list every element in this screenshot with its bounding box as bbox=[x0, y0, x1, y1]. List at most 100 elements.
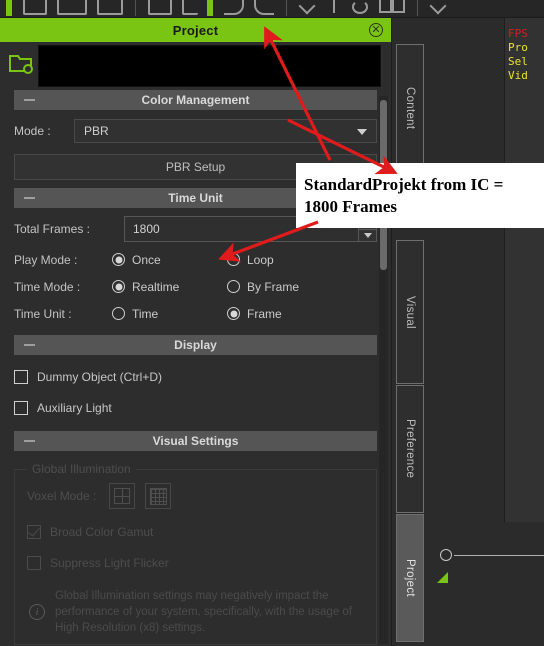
checkbox-broad-color-gamut[interactable]: Broad Color Gamut bbox=[27, 516, 364, 547]
checkbox-icon bbox=[14, 400, 28, 415]
tab-content[interactable]: Content bbox=[396, 44, 424, 172]
vertical-tab-strip: Content Visual Preference Project bbox=[393, 18, 433, 646]
checkbox-label: Broad Color Gamut bbox=[50, 524, 154, 539]
voxel-mode-coarse-button[interactable] bbox=[109, 483, 135, 509]
section-label: Display bbox=[174, 338, 217, 352]
toolbar-undo-icon[interactable] bbox=[224, 0, 244, 15]
toolbar-redo-icon[interactable] bbox=[254, 0, 274, 15]
play-mode-label: Play Mode : bbox=[14, 252, 78, 267]
mode-label: Mode : bbox=[14, 124, 51, 138]
toolbar-separator-2 bbox=[286, 0, 287, 16]
stepper-down-button[interactable] bbox=[358, 229, 376, 241]
panel-title-bar: Project ✕ bbox=[0, 18, 391, 42]
radio-label: Once bbox=[132, 252, 161, 267]
toolbar-rotate-icon[interactable] bbox=[352, 0, 368, 14]
section-header-display[interactable]: Display bbox=[14, 335, 377, 355]
timeline-track[interactable] bbox=[454, 555, 544, 556]
radio-play-mode-loop[interactable]: Loop bbox=[227, 253, 342, 267]
radio-label: By Frame bbox=[247, 279, 300, 294]
info-icon: i bbox=[29, 604, 45, 620]
toolbar-move-icon[interactable] bbox=[328, 0, 340, 14]
top-toolbar bbox=[0, 0, 544, 18]
tab-visual[interactable]: Visual bbox=[396, 240, 424, 384]
tab-project[interactable]: Project bbox=[396, 514, 424, 642]
play-mode-row: Play Mode : Once Loop bbox=[14, 246, 377, 273]
project-file-row bbox=[0, 42, 391, 90]
checkbox-icon bbox=[14, 369, 28, 384]
radio-label: Loop bbox=[247, 252, 274, 267]
annotation-text: StandardProjekt from IC = 1800 Frames bbox=[304, 174, 503, 218]
close-icon[interactable]: ✕ bbox=[369, 23, 383, 37]
checkbox-suppress-light-flicker[interactable]: Suppress Light Flicker bbox=[27, 547, 364, 578]
mode-row: Mode : PBR bbox=[14, 114, 377, 148]
checkbox-dummy-object[interactable]: Dummy Object (Ctrl+D) bbox=[14, 361, 377, 392]
folder-settings-icon[interactable] bbox=[4, 46, 38, 86]
toolbar-accent-marker bbox=[6, 0, 12, 16]
radio-play-mode-once[interactable]: Once bbox=[112, 253, 227, 267]
section-header-visual-settings[interactable]: Visual Settings bbox=[14, 431, 377, 451]
project-panel: Project ✕ Color Management Mode : PBR PB… bbox=[0, 18, 392, 646]
section-label: Color Management bbox=[141, 93, 250, 107]
time-mode-row: Time Mode : Realtime By Frame bbox=[14, 273, 377, 300]
viewport-area: FPS Pro Sel Vid bbox=[427, 18, 544, 646]
radio-time-mode-by-frame[interactable]: By Frame bbox=[227, 280, 342, 294]
grid-4x4-icon bbox=[149, 487, 167, 505]
timeline-control bbox=[427, 536, 544, 596]
toolbar-expand-icon[interactable] bbox=[430, 0, 448, 13]
section-header-color-management[interactable]: Color Management bbox=[14, 90, 377, 110]
tab-preference[interactable]: Preference bbox=[396, 385, 424, 513]
mode-select[interactable]: PBR bbox=[74, 119, 377, 143]
radio-icon bbox=[112, 253, 125, 266]
page-title: Project bbox=[172, 22, 219, 38]
voxel-mode-label: Voxel Mode : bbox=[27, 489, 97, 503]
tab-label: Preference bbox=[404, 419, 416, 479]
toolbar-separator-1 bbox=[135, 0, 136, 16]
viewport-canvas[interactable]: FPS Pro Sel Vid bbox=[504, 18, 544, 522]
toolbar-icon-5[interactable] bbox=[182, 0, 198, 15]
timeline-marker-icon[interactable] bbox=[437, 572, 448, 583]
chevron-down-icon bbox=[357, 129, 367, 135]
toolbar-icon-2[interactable] bbox=[57, 0, 87, 15]
toolbar-pointer-icon[interactable] bbox=[299, 0, 317, 13]
viewport-hud: FPS Pro Sel Vid bbox=[508, 27, 528, 83]
radio-label: Frame bbox=[247, 306, 282, 321]
radio-label: Time bbox=[132, 306, 159, 321]
radio-icon bbox=[227, 307, 240, 320]
hud-line-3: Sel bbox=[508, 55, 528, 68]
info-text: Global Illumination settings may negativ… bbox=[55, 590, 353, 634]
radio-time-mode-realtime[interactable]: Realtime bbox=[112, 280, 227, 294]
radio-icon bbox=[227, 280, 240, 293]
tab-label: Visual bbox=[404, 295, 416, 329]
toolbar-separator-3 bbox=[417, 0, 418, 16]
radio-time-unit-frame[interactable]: Frame bbox=[227, 307, 342, 321]
checkbox-icon bbox=[27, 524, 41, 539]
grid-2x2-icon bbox=[114, 488, 130, 504]
timeline-handle[interactable] bbox=[440, 549, 452, 561]
radio-time-unit-time[interactable]: Time bbox=[112, 307, 227, 321]
collapse-icon bbox=[24, 440, 35, 442]
radio-icon bbox=[112, 307, 125, 320]
tab-label: Content bbox=[404, 86, 416, 130]
annotation-line-1: StandardProjekt from IC = bbox=[304, 174, 504, 194]
total-frames-label: Total Frames : bbox=[14, 222, 91, 236]
toolbar-icon-4[interactable] bbox=[148, 0, 172, 15]
annotation-line-2: 1800 Frames bbox=[304, 196, 398, 216]
voxel-mode-fine-button[interactable] bbox=[145, 483, 171, 509]
tab-label: Project bbox=[404, 559, 416, 597]
checkbox-label: Auxiliary Light bbox=[37, 400, 112, 415]
project-path-field[interactable] bbox=[38, 45, 381, 87]
time-unit-row: Time Unit : Time Frame bbox=[14, 300, 377, 327]
checkbox-auxiliary-light[interactable]: Auxiliary Light bbox=[14, 392, 377, 423]
checkbox-label: Suppress Light Flicker bbox=[50, 555, 169, 570]
toolbar-scale-icon[interactable] bbox=[379, 0, 405, 13]
section-label: Time Unit bbox=[168, 191, 223, 205]
toolbar-accent-marker-2 bbox=[207, 0, 213, 16]
toolbar-icon-3[interactable] bbox=[97, 0, 123, 15]
annotation-callout: StandardProjekt from IC = 1800 Frames bbox=[296, 163, 544, 228]
hud-line-4: Vid bbox=[508, 69, 528, 82]
radio-label: Realtime bbox=[132, 279, 180, 294]
toolbar-icon-1[interactable] bbox=[23, 0, 47, 15]
info-note: i Global Illumination settings may negat… bbox=[27, 588, 364, 636]
time-unit-label: Time Unit : bbox=[14, 306, 72, 321]
hud-line-2: Pro bbox=[508, 41, 528, 54]
